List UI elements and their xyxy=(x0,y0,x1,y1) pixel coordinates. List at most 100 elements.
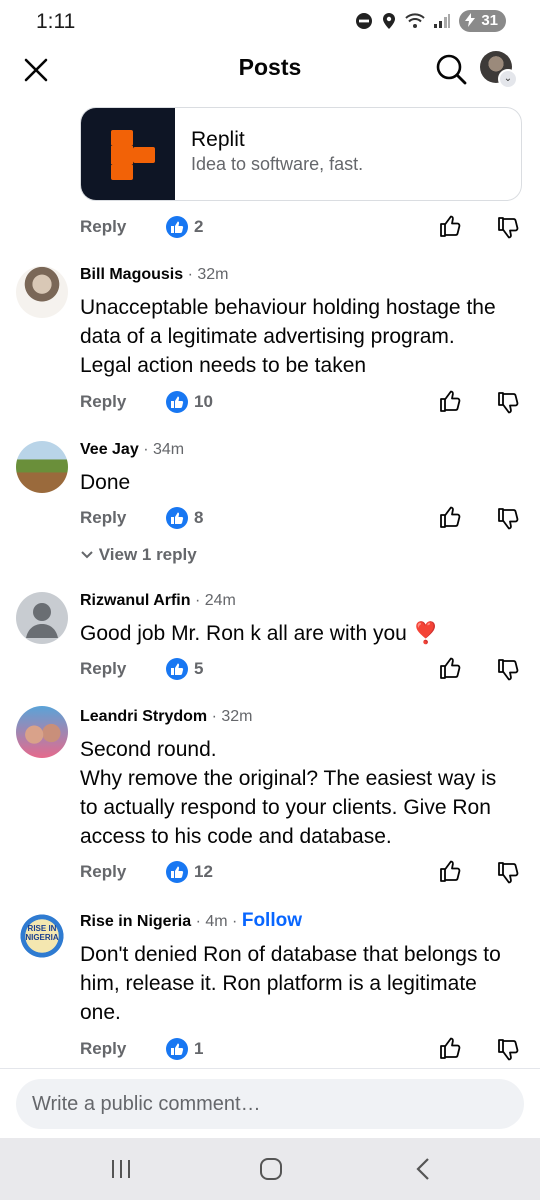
thumbs-down-icon[interactable] xyxy=(496,657,522,683)
comment-text: Good job Mr. Ron k all are with you ❣️ xyxy=(80,622,439,645)
reaction-count: 12 xyxy=(194,862,213,881)
thumbs-up-icon[interactable] xyxy=(438,388,464,414)
comment-actions: Reply 1 xyxy=(0,1035,540,1065)
comment-author[interactable]: Leandri Strydom xyxy=(80,708,207,725)
reply-button[interactable]: Reply xyxy=(80,392,126,412)
like-reaction-icon xyxy=(166,216,188,238)
comment-actions: Reply 2 xyxy=(0,213,540,243)
thumbs-up-icon[interactable] xyxy=(438,504,464,530)
reply-button[interactable]: Reply xyxy=(80,862,126,882)
back-button[interactable] xyxy=(404,1154,444,1184)
comment-text: Done xyxy=(80,471,131,494)
home-button[interactable] xyxy=(251,1154,291,1184)
comment-header: Vee Jay · 34m xyxy=(80,441,184,459)
recent-apps-button[interactable] xyxy=(101,1154,141,1184)
reaction-count: 10 xyxy=(194,392,213,411)
comment-text: Second round. Why remove the original? T… xyxy=(80,738,497,848)
battery-icon xyxy=(465,13,476,27)
thumbs-down-icon[interactable] xyxy=(496,390,522,416)
back-icon xyxy=(416,1158,429,1180)
thumbs-down-icon[interactable] xyxy=(496,506,522,532)
comment-time: · 34m xyxy=(143,441,185,458)
preview-title: Replit xyxy=(191,128,245,151)
avatar[interactable] xyxy=(16,592,68,644)
follow-button[interactable]: Follow xyxy=(242,910,302,931)
comment-input[interactable]: Write a public comment… xyxy=(16,1079,524,1129)
comment-time: · 32m xyxy=(187,266,229,283)
avatar[interactable] xyxy=(16,266,68,318)
thumbs-down-icon[interactable] xyxy=(496,1037,522,1063)
comment-header: Rizwanul Arfin · 24m xyxy=(80,592,236,610)
view-replies-button[interactable]: View 1 reply xyxy=(80,545,197,565)
view-replies-label: View 1 reply xyxy=(98,545,197,564)
avatar-label: RISE IN NIGERIA xyxy=(25,924,59,942)
default-avatar-icon xyxy=(26,603,58,638)
comment-header: Leandri Strydom · 32m xyxy=(80,708,253,726)
reaction-summary[interactable]: 5 xyxy=(166,658,203,680)
reaction-summary[interactable]: 2 xyxy=(166,216,203,238)
link-preview-card[interactable]: Replit Idea to software, fast. xyxy=(80,107,522,201)
comment-text: Unacceptable behaviour holding hostage t… xyxy=(80,296,496,377)
dnd-icon xyxy=(356,13,373,29)
reply-button[interactable]: Reply xyxy=(80,217,126,237)
replit-logo-icon xyxy=(111,130,155,180)
chevron-down-icon xyxy=(81,551,93,559)
system-nav-bar xyxy=(0,1138,540,1200)
profile-menu-button[interactable]: ⌄ xyxy=(480,51,518,89)
comment-time: · 32m xyxy=(211,708,253,725)
recent-apps-icon xyxy=(112,1160,130,1178)
comment-composer-bar: Write a public comment… xyxy=(0,1068,540,1139)
avatar[interactable] xyxy=(16,441,68,493)
comment-text: Don't denied Ron of database that belong… xyxy=(80,943,501,1024)
reply-button[interactable]: Reply xyxy=(80,508,126,528)
comment-header: Bill Magousis · 32m xyxy=(80,266,228,284)
comment-author[interactable]: Vee Jay xyxy=(80,441,139,458)
reaction-summary[interactable]: 10 xyxy=(166,391,213,413)
reaction-summary[interactable]: 12 xyxy=(166,861,213,883)
reaction-count: 8 xyxy=(194,508,204,527)
reaction-summary[interactable]: 8 xyxy=(166,507,203,529)
replit-logo xyxy=(81,108,175,200)
app-header: Posts ⌄ xyxy=(0,44,540,94)
like-reaction-icon xyxy=(166,391,188,413)
comment-time: · 4m · xyxy=(195,913,238,930)
like-reaction-icon xyxy=(166,861,188,883)
comment-actions: Reply 10 xyxy=(0,388,540,418)
like-reaction-icon xyxy=(166,658,188,680)
status-time: 1:11 xyxy=(36,10,76,33)
status-bar: 1:11 31 xyxy=(0,0,540,44)
comment-time: · 24m xyxy=(194,592,236,609)
comment-author[interactable]: Rise in Nigeria xyxy=(80,913,191,930)
search-icon xyxy=(436,54,467,85)
reply-button[interactable]: Reply xyxy=(80,1039,126,1059)
home-icon xyxy=(260,1158,282,1180)
comment-header: Rise in Nigeria · 4m · Follow xyxy=(80,910,302,932)
thumbs-up-icon[interactable] xyxy=(438,655,464,681)
comment-actions: Reply 5 xyxy=(0,655,540,685)
avatar[interactable] xyxy=(16,706,68,758)
search-button[interactable] xyxy=(434,52,468,86)
thumbs-up-icon[interactable] xyxy=(438,858,464,884)
like-reaction-icon xyxy=(166,1038,188,1060)
location-icon xyxy=(383,13,396,29)
signal-icon xyxy=(434,14,451,28)
thumbs-up-icon[interactable] xyxy=(438,213,464,239)
chevron-down-icon: ⌄ xyxy=(498,69,518,89)
thumbs-down-icon[interactable] xyxy=(496,215,522,241)
comment-author[interactable]: Rizwanul Arfin xyxy=(80,592,191,609)
reaction-count: 1 xyxy=(194,1039,204,1058)
reaction-count: 5 xyxy=(194,659,204,678)
reaction-count: 2 xyxy=(194,217,204,236)
comment-actions: Reply 8 xyxy=(0,504,540,534)
comment-actions: Reply 12 xyxy=(0,858,540,888)
battery-indicator: 31 xyxy=(459,10,506,32)
reaction-summary[interactable]: 1 xyxy=(166,1038,203,1060)
thumbs-up-icon[interactable] xyxy=(438,1035,464,1061)
battery-level: 31 xyxy=(481,12,498,29)
avatar[interactable]: RISE IN NIGERIA xyxy=(16,910,68,962)
preview-subtitle: Idea to software, fast. xyxy=(191,154,364,174)
thumbs-down-icon[interactable] xyxy=(496,860,522,886)
status-icons: 31 xyxy=(355,10,506,32)
reply-button[interactable]: Reply xyxy=(80,659,126,679)
comment-author[interactable]: Bill Magousis xyxy=(80,266,183,283)
